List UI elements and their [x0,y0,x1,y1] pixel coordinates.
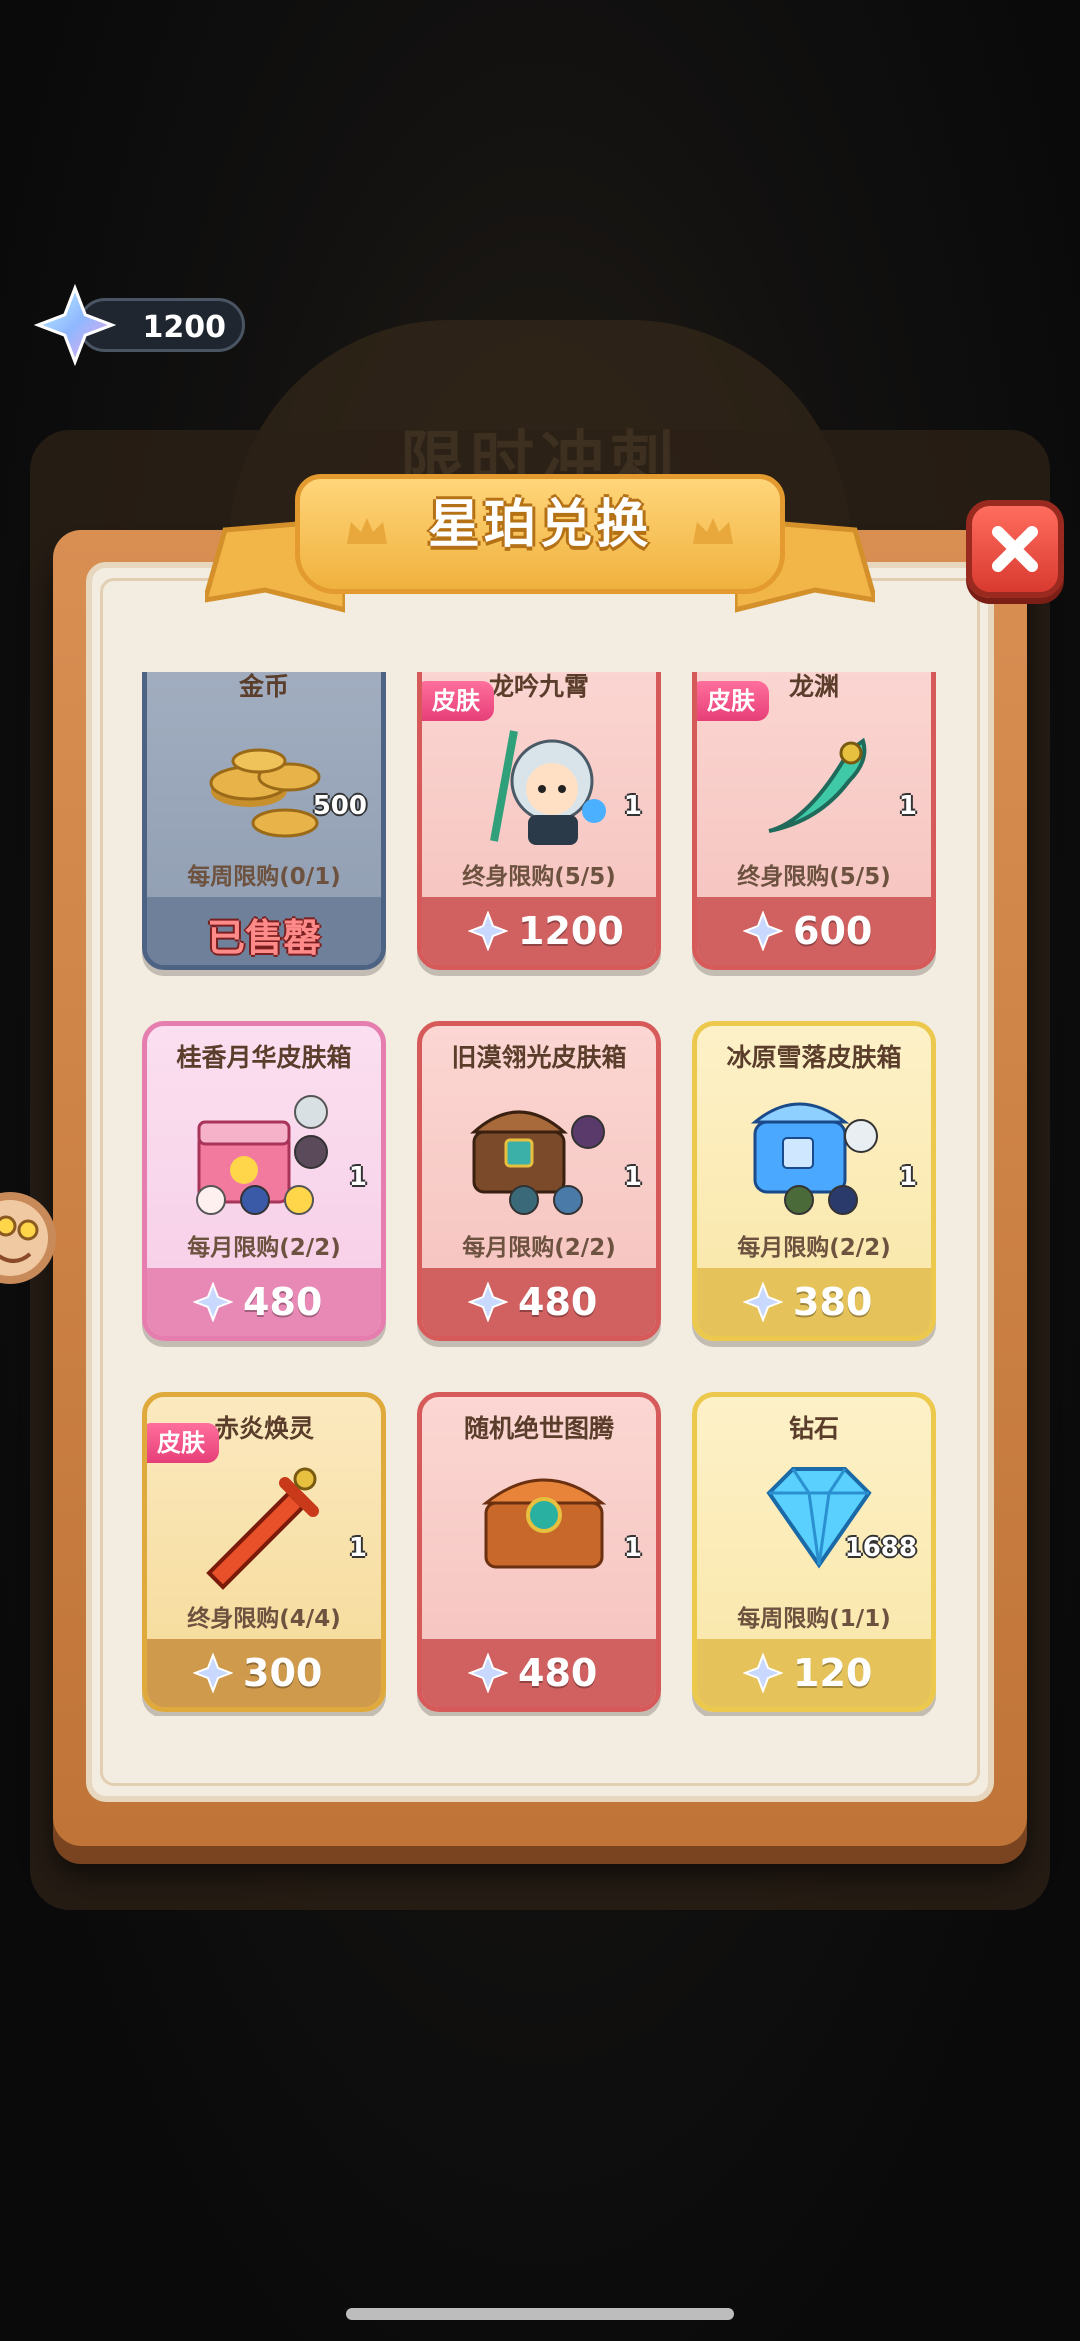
card-quantity: 1 [898,1162,917,1192]
shop-card-diamond[interactable]: 钻石 1688 每周限购(1/1) 120 [692,1392,936,1712]
card-limit: 每周限购(0/1) [187,864,341,890]
price-button[interactable]: 600 [697,897,931,965]
star-crystal-icon [743,1282,783,1322]
card-limit: 每月限购(2/2) [737,1235,891,1261]
star-crystal-icon [743,1653,783,1693]
card-title: 桂香月华皮肤箱 [176,1043,352,1072]
home-indicator[interactable] [346,2308,734,2320]
star-crystal-icon [193,1282,233,1322]
shop-card-skin-box-moon[interactable]: 桂香月华皮肤箱 1 每月限购(2/2) 480 [142,1021,386,1341]
sold-out-bar: 已售罄 [147,897,381,965]
skin-tag: 皮肤 [147,1423,219,1463]
card-quantity: 1 [898,791,917,821]
diamond-icon [766,1467,872,1569]
side-character-avatar[interactable] [0,1176,60,1300]
card-title: 金币 [238,672,289,701]
card-quantity: 1 [623,791,642,821]
price-value: 480 [243,1280,323,1324]
price-value: 380 [793,1280,873,1324]
card-quantity: 1 [348,1162,367,1192]
mystery-box-icon [196,1095,328,1215]
shop-card-gold[interactable]: 金币 500 每周限购(0/1) 已售罄 [142,672,386,970]
price-value: 1200 [518,909,624,953]
card-quantity: 1 [348,1533,367,1563]
star-crystal-icon [193,1653,233,1693]
card-limit: 每月限购(2/2) [462,1235,616,1261]
totem-chest-icon [481,1478,607,1569]
price-button[interactable]: 480 [422,1268,656,1336]
card-quantity: 1 [623,1162,642,1192]
currency-amount: 1200 [142,310,227,345]
price-value: 120 [793,1651,873,1695]
card-limit: 每月限购(2/2) [187,1235,341,1261]
price-button[interactable]: 380 [697,1268,931,1336]
jade-blade-icon [768,737,867,833]
card-limit: 终身限购(5/5) [737,864,891,890]
price-value: 480 [518,1651,598,1695]
shop-card-skin-box-ice[interactable]: 冰原雪落皮肤箱 1 每月限购(2/2) 380 [692,1021,936,1341]
price-value: 600 [793,909,873,953]
shop-card-skin-blade[interactable]: 龙渊 皮肤 1 终身限购(5/5) 600 [692,672,936,970]
skin-tag: 皮肤 [697,681,769,721]
price-button[interactable]: 1200 [422,897,656,965]
panel-title: 星珀兑换 [427,495,652,555]
sold-out-label: 已售罄 [206,916,321,960]
dragon-warrior-icon [490,730,606,845]
star-crystal-icon [468,1653,508,1693]
star-crystal-icon [743,911,783,951]
fire-sword-icon [206,1467,319,1590]
card-quantity: 1688 [844,1533,917,1563]
shop-card-skin-dragon[interactable]: 龙吟九霄 皮肤 1 终身限购(5/5) 1200 [417,672,661,970]
card-title: 旧漠翎光皮肤箱 [451,1043,627,1072]
price-button[interactable]: 480 [422,1639,656,1707]
card-quantity: 500 [312,791,367,821]
close-button[interactable] [966,500,1064,598]
price-value: 300 [243,1651,323,1695]
card-quantity: 1 [623,1533,642,1563]
shop-card-skin-box-desert[interactable]: 旧漠翎光皮肤箱 1 每月限购(2/2) 480 [417,1021,661,1341]
card-limit: 终身限购(5/5) [462,864,616,890]
shop-card-totem[interactable]: 随机绝世图腾 1 480 [417,1392,661,1712]
star-crystal-icon [468,911,508,951]
close-icon [992,526,1038,572]
gold-coins-icon [209,748,321,838]
shop-card-skin-fire-sword[interactable]: 赤炎焕灵 皮肤 1 终身限购(4/4) 300 [142,1392,386,1712]
treasure-chest-icon [470,1110,605,1215]
card-limit: 终身限购(4/4) [187,1606,341,1632]
card-title: 钻石 [788,1414,839,1443]
star-crystal-icon [468,1282,508,1322]
card-title: 随机绝世图腾 [463,1414,614,1443]
price-button[interactable]: 480 [147,1268,381,1336]
star-crystal-icon [34,284,116,366]
price-button[interactable]: 120 [697,1639,931,1707]
card-title: 冰原雪落皮肤箱 [726,1043,902,1072]
price-value: 480 [518,1280,598,1324]
card-limit: 每周限购(1/1) [737,1606,891,1632]
skin-tag: 皮肤 [422,681,494,721]
ice-chest-icon [750,1102,878,1215]
item-grid: 金币 500 每周限购(0/1) 已售罄 龙吟九霄 皮肤 1 终身限购(5/5) [130,672,950,1716]
price-button[interactable]: 300 [147,1639,381,1707]
